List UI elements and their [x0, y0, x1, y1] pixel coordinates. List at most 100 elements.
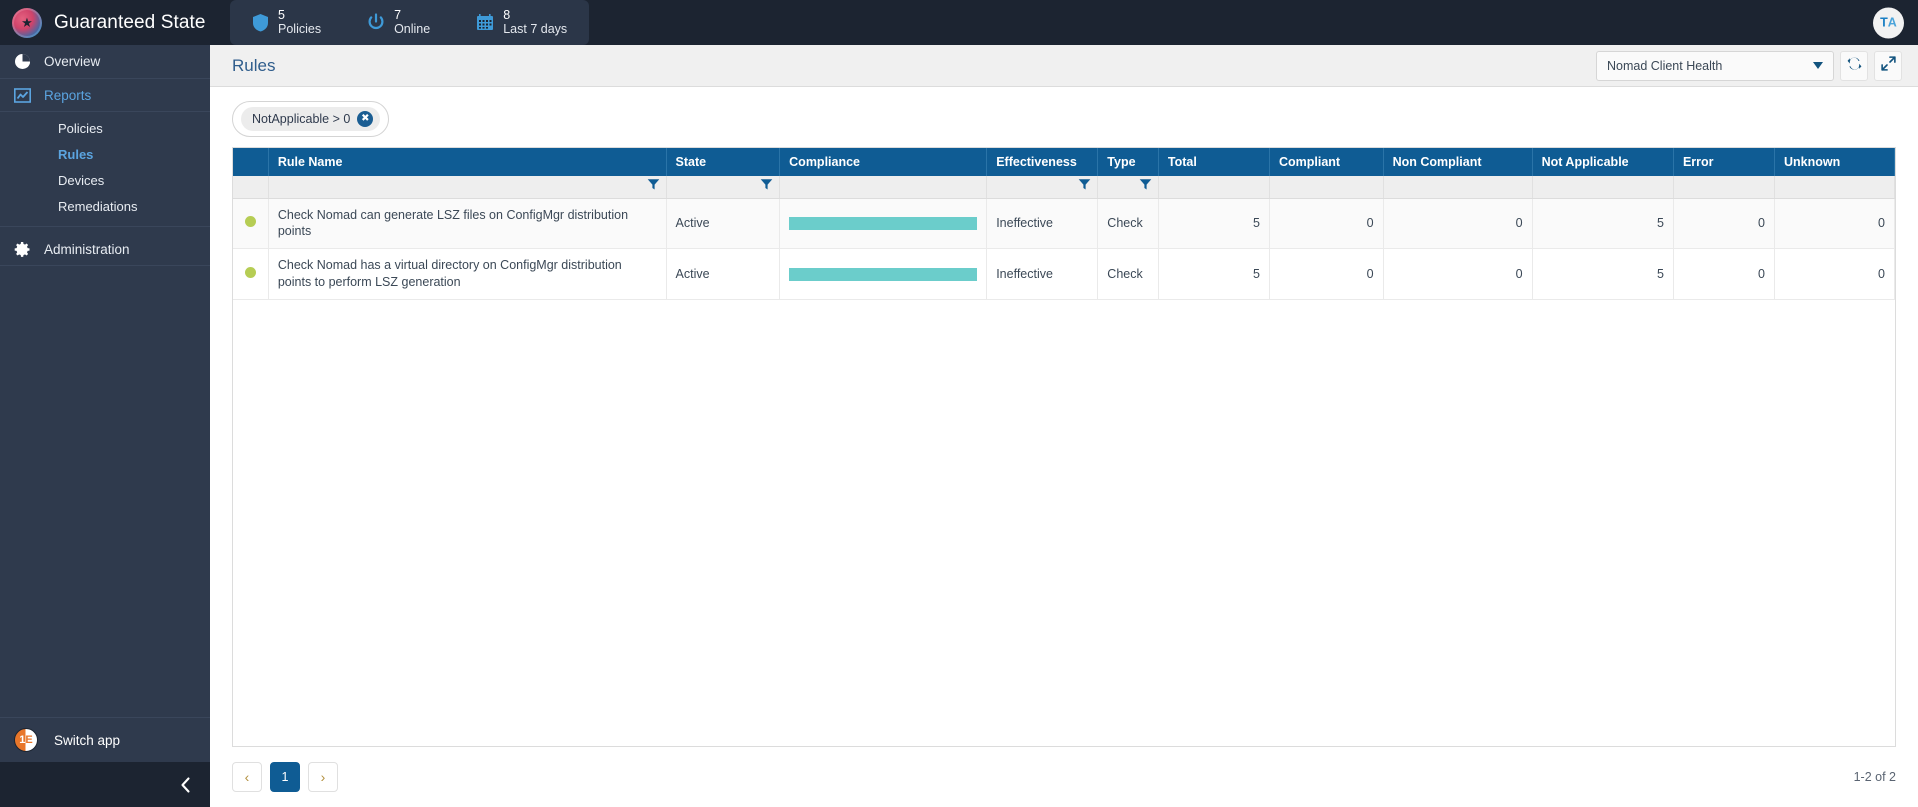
funnel-icon[interactable] [1078, 178, 1091, 196]
pagination-page-1[interactable]: 1 [270, 762, 300, 792]
funnel-icon[interactable] [647, 178, 660, 196]
refresh-button[interactable] [1840, 50, 1868, 81]
col-header-error[interactable]: Error [1673, 148, 1775, 176]
filter-cell-effectiveness[interactable] [986, 176, 1099, 199]
header-actions: Nomad Client Health [1596, 50, 1902, 81]
switch-app-button[interactable]: 1E Switch app [0, 718, 210, 762]
sidebar-item-rules[interactable]: Rules [0, 141, 210, 167]
status-dot-warning-icon [244, 216, 256, 228]
brand[interactable]: ★ Guaranteed State [0, 7, 256, 38]
filter-cell-rule-name[interactable] [268, 176, 667, 199]
calendar-icon [476, 13, 494, 32]
pagination-prev-button[interactable]: ‹ [232, 762, 262, 792]
table-row[interactable]: Check Nomad can generate LSZ files on Co… [233, 198, 1896, 250]
stat-last-7-days[interactable]: 8 Last 7 days [476, 8, 568, 36]
sidebar-item-reports[interactable]: Reports [0, 79, 210, 112]
line-chart-icon [14, 87, 44, 104]
table-body: Check Nomad can generate LSZ files on Co… [233, 198, 1896, 300]
stats-bar: 5 Policies 7 Online 8 Last 7 days [230, 0, 590, 45]
stat-policies[interactable]: 5 Policies [252, 8, 322, 36]
chevron-down-icon [1813, 62, 1823, 69]
stat-online[interactable]: 7 Online [367, 8, 431, 36]
cell-rule-name: Check Nomad has a virtual directory on C… [268, 248, 667, 300]
switch-app-label: Switch app [54, 732, 121, 748]
cell-type: Check [1097, 198, 1159, 250]
col-header-not-applicable[interactable]: Not Applicable [1532, 148, 1674, 176]
col-header-total[interactable]: Total [1158, 148, 1270, 176]
sidebar-item-administration[interactable]: Administration [0, 233, 210, 266]
table-head: Rule Name State Compliance Effectiveness… [233, 148, 1896, 199]
gear-icon [14, 241, 44, 258]
sidebar-nav: Overview Reports Policies Rules Devices … [0, 45, 210, 717]
sidebar-collapse-button[interactable] [0, 762, 210, 807]
policy-select[interactable]: Nomad Client Health [1596, 50, 1834, 81]
col-header-compliance[interactable]: Compliance [779, 148, 988, 176]
col-header-effectiveness[interactable]: Effectiveness [986, 148, 1099, 176]
filter-cell-state[interactable] [666, 176, 781, 199]
table-filter-row [233, 176, 1896, 199]
filter-chip-container: NotApplicable > 0 ✖ [232, 101, 390, 137]
cell-compliant: 0 [1269, 198, 1384, 250]
cell-unknown: 0 [1774, 198, 1896, 250]
cell-non-compliant: 0 [1383, 248, 1533, 300]
table-row[interactable]: Check Nomad has a virtual directory on C… [233, 248, 1896, 300]
avatar-initial-first: T [1880, 15, 1888, 30]
col-header-unknown[interactable]: Unknown [1774, 148, 1896, 176]
stat-label: Online [394, 21, 431, 36]
filter-cell-compliant [1269, 176, 1384, 199]
filter-cell-total [1158, 176, 1270, 199]
page-header: Rules Nomad Client Health [210, 45, 1918, 87]
col-header-state[interactable]: State [666, 148, 781, 176]
col-header-compliant[interactable]: Compliant [1269, 148, 1384, 176]
cell-state: Active [666, 248, 781, 300]
rule-name-text: Check Nomad has a virtual directory on C… [277, 258, 622, 290]
filter-cell-non-compliant [1383, 176, 1533, 199]
cell-effectiveness: Ineffective [986, 248, 1099, 300]
cell-effectiveness: Ineffective [986, 198, 1099, 250]
avatar[interactable]: TA [1873, 7, 1904, 38]
main-content: Rules Nomad Client Health NotApplicable … [210, 45, 1918, 807]
stat-label: Policies [278, 21, 322, 36]
col-header-non-compliant[interactable]: Non Compliant [1383, 148, 1533, 176]
filter-cell-type[interactable] [1097, 176, 1159, 199]
policy-select-value: Nomad Client Health [1607, 58, 1723, 73]
cell-error: 0 [1673, 248, 1775, 300]
sidebar-item-label: Overview [44, 54, 101, 69]
cell-total: 5 [1158, 248, 1270, 300]
pagination-next-button[interactable]: › [308, 762, 338, 792]
sidebar-subitem-label: Rules [58, 146, 94, 162]
filter-chips-row: NotApplicable > 0 ✖ [232, 87, 1896, 147]
cell-error: 0 [1673, 198, 1775, 250]
col-header-select[interactable] [233, 148, 269, 176]
cell-compliant: 0 [1269, 248, 1384, 300]
pagination-range-text: 1-2 of 2 [1853, 770, 1896, 784]
filter-cell-not-applicable [1532, 176, 1674, 199]
sidebar-subnav-reports: Policies Rules Devices Remediations [0, 112, 210, 227]
sidebar-item-label: Reports [44, 87, 92, 103]
row-status-cell [233, 198, 269, 250]
stat-label: Last 7 days [503, 21, 568, 36]
sidebar-item-remediations[interactable]: Remediations [0, 193, 210, 219]
one-e-logo-icon: 1E [14, 728, 38, 752]
star-glyph: ★ [21, 15, 33, 30]
rules-table: Rule Name State Compliance Effectiveness… [233, 148, 1896, 300]
filter-cell-compliance [779, 176, 988, 199]
chevron-left-icon [179, 776, 192, 794]
sidebar-item-policies[interactable]: Policies [0, 115, 210, 141]
filter-chip[interactable]: NotApplicable > 0 ✖ [241, 107, 381, 131]
col-header-type[interactable]: Type [1097, 148, 1159, 176]
funnel-icon[interactable] [760, 178, 773, 196]
expand-button[interactable] [1874, 50, 1902, 81]
cell-type: Check [1097, 248, 1159, 300]
power-icon [367, 13, 385, 32]
sidebar-item-devices[interactable]: Devices [0, 167, 210, 193]
close-circle-icon[interactable]: ✖ [357, 111, 374, 127]
brand-title: Guaranteed State [54, 11, 206, 33]
cell-not-applicable: 5 [1532, 198, 1674, 250]
sidebar: Overview Reports Policies Rules Devices … [0, 45, 210, 807]
body: Overview Reports Policies Rules Devices … [0, 45, 1918, 807]
sidebar-item-overview[interactable]: Overview [0, 45, 210, 79]
stat-value: 7 [394, 8, 402, 22]
funnel-icon[interactable] [1139, 178, 1152, 196]
col-header-rule-name[interactable]: Rule Name [268, 148, 667, 176]
